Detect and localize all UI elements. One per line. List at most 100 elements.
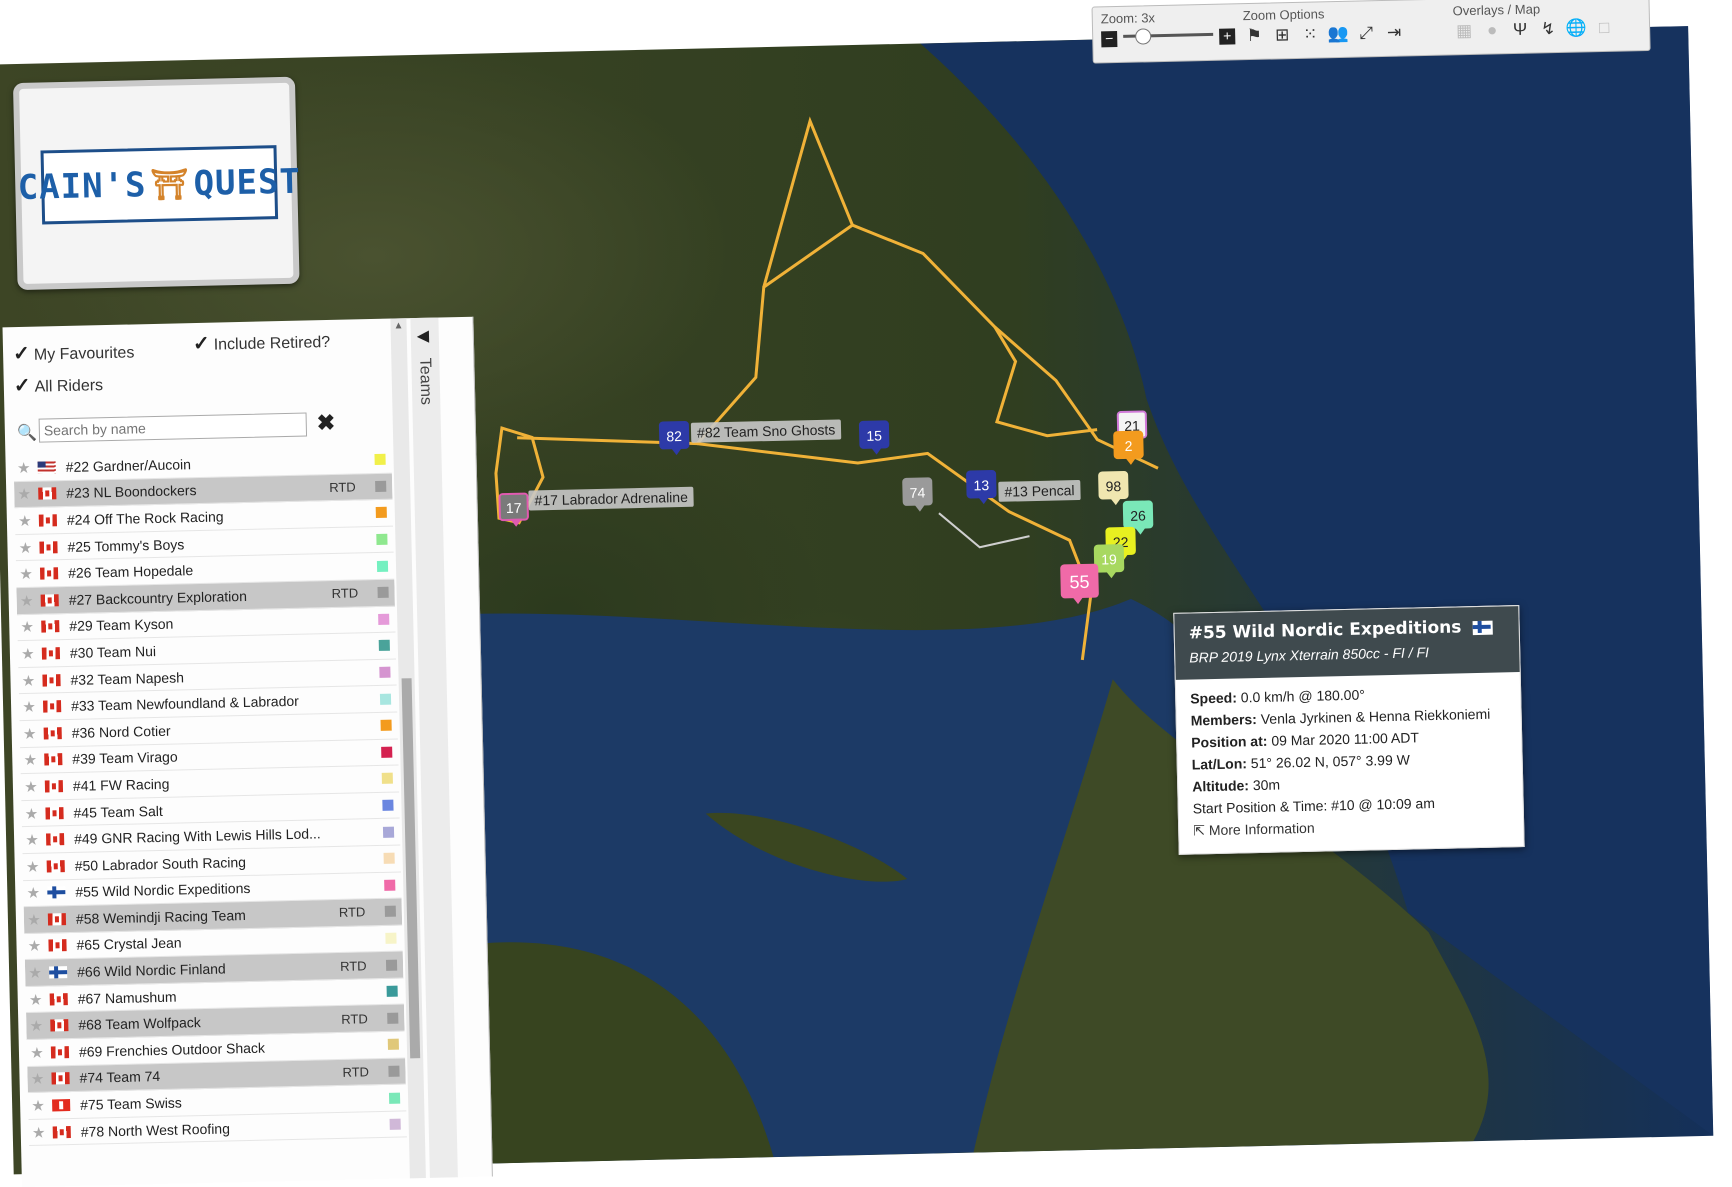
- rtd-badge: [334, 699, 380, 700]
- speed-value: 0.0 km/h @ 180.00°: [1240, 686, 1366, 706]
- favourite-star-icon[interactable]: ★: [23, 884, 43, 902]
- rider-marker[interactable]: 74: [902, 477, 933, 507]
- rider-name: #49 GNR Racing With Lewis Hills Lod...: [73, 825, 321, 848]
- popup-title: #55 Wild Nordic Expeditions: [1188, 617, 1462, 644]
- cains-quest-logo: CAIN'S ⛩ QUEST: [17, 145, 301, 225]
- clear-search-icon[interactable]: ✖: [316, 410, 335, 436]
- country-flag-icon: [44, 753, 63, 766]
- rtd-badge: [343, 1098, 389, 1099]
- rider-marker[interactable]: 15: [858, 420, 890, 449]
- country-flag-icon: [41, 647, 61, 660]
- rtd-badge: [341, 992, 387, 993]
- favourite-star-icon[interactable]: ★: [21, 778, 41, 796]
- marker-label: #82 Team Sno Ghosts: [690, 419, 842, 443]
- favourite-star-icon[interactable]: ★: [20, 751, 40, 769]
- rider-marker[interactable]: 19: [1093, 544, 1125, 573]
- logo-text-left: CAIN'S: [17, 165, 147, 209]
- favourite-star-icon[interactable]: ★: [24, 910, 44, 929]
- zoom-slider-knob[interactable]: [1135, 28, 1152, 45]
- favourite-star-icon[interactable]: ★: [19, 698, 39, 716]
- zoom-slider[interactable]: [1123, 28, 1214, 45]
- favourite-star-icon[interactable]: ★: [20, 724, 40, 742]
- rider-name: #68 Team Wolfpack: [78, 1014, 201, 1034]
- rider-name: #74 Team 74: [79, 1068, 161, 1087]
- scroll-up-icon[interactable]: ▲: [393, 320, 403, 331]
- country-flag-icon: [51, 1072, 70, 1085]
- rider-info-popup: #55 Wild Nordic Expeditions BRP 2019 Lyn…: [1173, 605, 1525, 855]
- favourite-star-icon[interactable]: ★: [23, 857, 43, 875]
- search-bar: 🔍 ✖: [17, 410, 335, 445]
- favourite-star-icon[interactable]: ★: [15, 512, 35, 530]
- rtd-badge: [339, 938, 385, 939]
- my-favourites-checkbox[interactable]: ✓ My Favourites: [13, 338, 135, 366]
- search-input[interactable]: [38, 412, 308, 443]
- rider-color-swatch: [389, 1118, 401, 1130]
- favourite-star-icon[interactable]: ★: [29, 1123, 49, 1141]
- favourite-star-icon[interactable]: ★: [14, 485, 34, 503]
- rtd-badge: [342, 1045, 388, 1046]
- favourite-star-icon[interactable]: ★: [22, 831, 42, 849]
- favourite-star-icon[interactable]: ★: [17, 618, 37, 636]
- country-flag-icon: [48, 939, 67, 952]
- favourite-star-icon[interactable]: ★: [18, 645, 38, 663]
- zoom-in-button[interactable]: +: [1219, 27, 1236, 45]
- favourite-star-icon[interactable]: ★: [13, 459, 33, 477]
- blank-square-icon[interactable]: □: [1593, 17, 1615, 39]
- rider-marker[interactable]: 2: [1113, 430, 1144, 460]
- rider-marker[interactable]: 55: [1060, 563, 1099, 599]
- latlon-label: Lat/Lon:: [1191, 755, 1248, 773]
- zoom-out-button[interactable]: −: [1101, 30, 1118, 48]
- rider-marker[interactable]: 82: [658, 420, 690, 450]
- rtd-badge: [337, 832, 383, 833]
- rider-color-swatch: [383, 852, 395, 865]
- country-flag-icon: [45, 806, 64, 820]
- country-flag-icon: [52, 1099, 71, 1112]
- include-retired-label: Include Retired?: [213, 333, 331, 354]
- route-fork-icon[interactable]: Ψ: [1509, 19, 1531, 41]
- scrollbar-thumb[interactable]: [401, 678, 421, 1059]
- favourite-star-icon[interactable]: ★: [15, 538, 35, 556]
- exit-icon[interactable]: ⇥: [1383, 21, 1405, 43]
- favourite-star-icon[interactable]: ★: [26, 1017, 46, 1035]
- country-flag-icon: [49, 992, 68, 1006]
- group-icon[interactable]: 👥: [1327, 23, 1349, 45]
- rider-name: #22 Gardner/Aucoin: [65, 455, 192, 475]
- all-riders-label: All Riders: [34, 377, 104, 396]
- rider-marker[interactable]: 13: [965, 469, 997, 499]
- favourite-star-icon[interactable]: ★: [24, 937, 44, 955]
- circle-icon[interactable]: ●: [1481, 19, 1503, 41]
- collapse-arrow-icon[interactable]: ◀: [417, 326, 430, 346]
- rtd-badge: RTD: [341, 1011, 368, 1027]
- favourite-star-icon[interactable]: ★: [21, 804, 41, 822]
- country-flag-icon: [37, 461, 56, 474]
- favourite-star-icon[interactable]: ★: [16, 565, 36, 583]
- rider-marker[interactable]: 17: [498, 492, 530, 522]
- globe-icon[interactable]: 🌐: [1565, 17, 1587, 39]
- checkered-flag-icon[interactable]: ⚑: [1243, 25, 1265, 47]
- route-icon[interactable]: ↯: [1537, 18, 1559, 40]
- rider-name: #26 Team Hopedale: [67, 562, 194, 582]
- country-flag-icon: [50, 1019, 69, 1032]
- rider-marker[interactable]: 98: [1098, 470, 1129, 500]
- include-retired-checkbox[interactable]: ✓ Include Retired?: [193, 328, 331, 356]
- altitude-label: Altitude:: [1192, 777, 1250, 795]
- dots-square-icon[interactable]: ⁙: [1299, 23, 1321, 45]
- grid-icon[interactable]: ▦: [1453, 20, 1475, 42]
- expand-icon[interactable]: ⤢: [1355, 22, 1377, 44]
- rider-marker[interactable]: 26: [1122, 500, 1154, 530]
- all-riders-checkbox[interactable]: ✓ All Riders: [14, 371, 104, 398]
- rtd-badge: [338, 859, 384, 860]
- plus-square-icon[interactable]: ⊞: [1271, 24, 1293, 46]
- favourite-star-icon[interactable]: ★: [18, 671, 38, 689]
- rider-color-swatch: [384, 879, 396, 891]
- favourite-star-icon[interactable]: ★: [27, 1070, 47, 1088]
- favourite-star-icon[interactable]: ★: [25, 964, 45, 982]
- favourite-star-icon[interactable]: ★: [28, 1097, 48, 1115]
- rider-name: #25 Tommy's Boys: [67, 535, 185, 555]
- favourite-star-icon[interactable]: ★: [27, 1043, 47, 1062]
- app-stage: 82 #82 Team Sno Ghosts 15 17 #17 Labrador Ad…: [0, 0, 1732, 1187]
- favourite-star-icon[interactable]: ★: [17, 591, 37, 610]
- filter-options: ✓ My Favourites ✓ Include Retired? ✓ All Ri…: [13, 326, 433, 397]
- my-favourites-label: My Favourites: [33, 344, 135, 364]
- favourite-star-icon[interactable]: ★: [26, 990, 46, 1008]
